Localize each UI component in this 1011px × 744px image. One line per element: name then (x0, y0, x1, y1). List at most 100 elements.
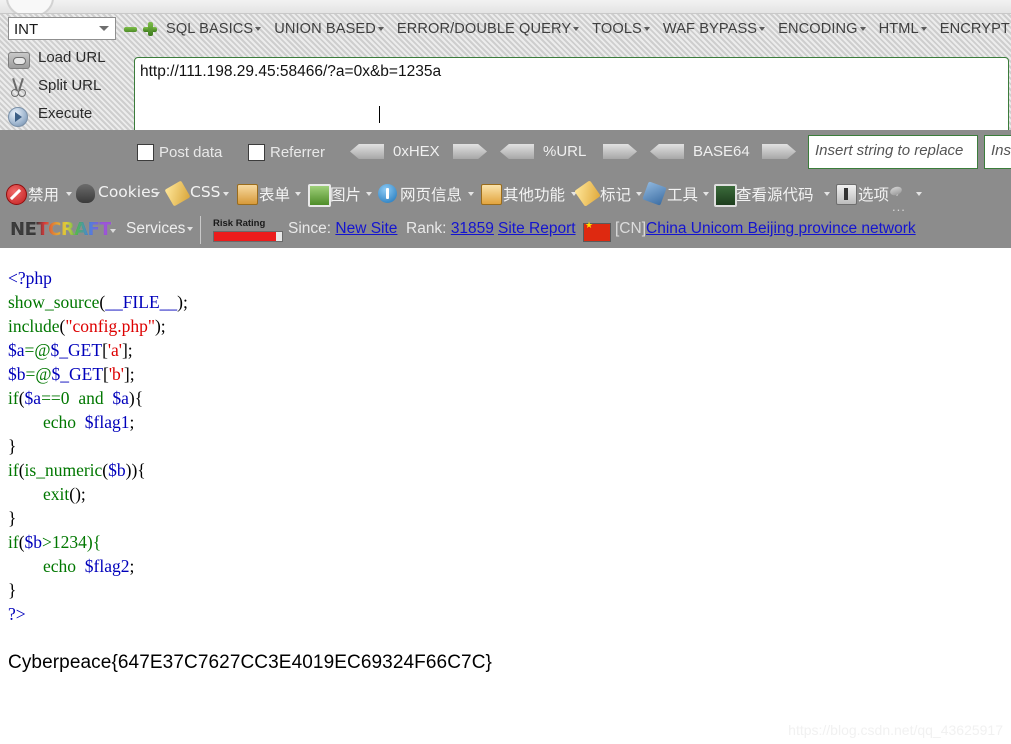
chevron-down-icon (573, 27, 580, 32)
code-token: 'a' (107, 340, 122, 360)
menu-html[interactable]: HTML (879, 14, 927, 44)
chevron-down-icon (255, 27, 262, 32)
menu-sql-basics[interactable]: SQL BASICS (166, 14, 262, 44)
images-icon (308, 184, 331, 207)
chevron-down-icon (366, 192, 372, 196)
php-source-listing: <?php show_source(__FILE__); include("conf… (8, 266, 188, 626)
code-line: if(is_numeric($b)){ (8, 458, 188, 482)
cookies-icon (76, 184, 95, 203)
hackbar-panel: INT SQL BASICS UNION BASED ERROR/DOUBLE QU… (0, 14, 1011, 141)
load-url-button[interactable]: Load URL (0, 46, 131, 74)
url-label: %URL (543, 143, 587, 160)
url-decode-button[interactable] (500, 144, 534, 159)
code-token: __FILE__ (105, 292, 178, 312)
base64-decode-button[interactable] (650, 144, 684, 159)
css-icon (164, 180, 191, 207)
menu-encoding[interactable]: ENCODING (778, 14, 866, 44)
code-token: <?php (8, 268, 52, 288)
base64-encode-button[interactable] (762, 144, 796, 159)
risk-rating-fill (214, 232, 276, 241)
chevron-down-icon (66, 192, 72, 196)
code-token: 'b' (108, 364, 124, 384)
code-line: if($a==0 and $a){ (8, 386, 188, 410)
services-label: Services (126, 220, 186, 237)
disable-icon (6, 184, 27, 205)
split-url-icon (10, 78, 27, 97)
split-url-button[interactable]: Split URL (0, 74, 131, 102)
since-value-link[interactable]: New Site (335, 220, 397, 237)
url-textarea[interactable]: http://111.198.29.45:58466/?a=0x&b=1235a (134, 57, 1009, 141)
country-code: [CN] (615, 220, 646, 237)
toolbar-label: Cookies (98, 183, 159, 201)
code-token: $a (112, 388, 129, 408)
menu-error-double-query[interactable]: ERROR/DOUBLE QUERY (396, 14, 580, 44)
code-token: and (78, 388, 104, 408)
code-line: } (8, 578, 188, 602)
code-token: "config.php" (65, 316, 155, 336)
menu-tools[interactable]: TOOLS (592, 14, 650, 44)
code-token: ); (154, 316, 166, 336)
code-token: $b (8, 364, 26, 384)
toolbar-label: 表单 (259, 186, 291, 204)
code-token: $b (108, 460, 126, 480)
menu-label: HTML (878, 21, 919, 37)
code-token: =@ (25, 364, 52, 384)
code-token: =@ (24, 340, 51, 360)
code-token: $flag2 (84, 556, 130, 576)
menu-encrypt[interactable]: ENCRYPT (940, 14, 1010, 44)
hex-encode-button[interactable] (453, 144, 487, 159)
isp-link[interactable]: China Unicom Beijing province network (646, 220, 916, 238)
hex-label: 0xHEX (393, 143, 440, 160)
code-token: ; (129, 556, 135, 576)
browser-tab-arc (6, 0, 54, 14)
referrer-checkbox[interactable] (248, 144, 265, 161)
execute-button[interactable]: Execute (0, 102, 131, 130)
code-line: echo $flag1; (8, 410, 188, 434)
menu-union-based[interactable]: UNION BASED (274, 14, 384, 44)
code-line: echo $flag2; (8, 554, 188, 578)
forms-icon (237, 184, 258, 205)
hex-decode-button[interactable] (350, 144, 384, 159)
post-data-checkbox[interactable] (137, 144, 154, 161)
replace-from-placeholder: Insert string to replace (815, 142, 964, 159)
tools-icon (642, 181, 667, 206)
toolbar-label: 其他功能 (503, 186, 566, 204)
code-token: ]; (123, 364, 135, 384)
risk-rating-bar (213, 231, 283, 242)
code-token: >1234){ (42, 532, 102, 552)
browser-window: INT SQL BASICS UNION BASED ERROR/DOUBLE QU… (0, 0, 1011, 744)
encoder-url: %URL (500, 130, 637, 175)
code-token: include (8, 316, 60, 336)
chevron-down-icon[interactable] (916, 192, 922, 196)
code-line: <?php (8, 266, 188, 290)
code-token: echo (43, 412, 77, 432)
netcraft-services-menu[interactable]: Services (126, 220, 194, 238)
type-select[interactable]: INT (8, 17, 116, 40)
menu-label: ERROR/DOUBLE QUERY (396, 21, 572, 37)
chevron-down-icon (759, 27, 766, 32)
post-data-label: Post data (159, 144, 223, 161)
type-select-value: INT (14, 21, 39, 38)
rank-value-link[interactable]: 31859 (451, 220, 494, 237)
view-source-icon (714, 184, 737, 207)
site-report-link[interactable]: Site Report (498, 220, 576, 238)
load-url-icon (8, 52, 30, 69)
menu-waf-bypass[interactable]: WAF BYPASS (663, 14, 766, 44)
replace-with-input[interactable]: Insert string to replace with (984, 135, 1011, 169)
url-encode-button[interactable] (603, 144, 637, 159)
flag-output: Cyberpeace{647E37C7627CC3E4019EC69324F66… (8, 652, 492, 673)
base64-label: BASE64 (693, 143, 750, 160)
toolbar-label: 图片 (330, 186, 362, 204)
replace-from-input[interactable]: Insert string to replace (808, 135, 978, 169)
menu-label: TOOLS (592, 21, 642, 37)
collapse-icon[interactable] (124, 27, 137, 32)
toolbar-label: 网页信息 (400, 186, 463, 204)
menu-label: ENCODING (778, 21, 858, 37)
page-content: <?php show_source(__FILE__); include("conf… (0, 248, 1011, 744)
browser-chrome-sliver (0, 0, 1011, 14)
expand-icon[interactable] (143, 22, 157, 36)
chevron-down-icon[interactable] (110, 229, 116, 233)
page-info-icon (378, 184, 397, 203)
load-url-label: Load URL (38, 49, 106, 66)
